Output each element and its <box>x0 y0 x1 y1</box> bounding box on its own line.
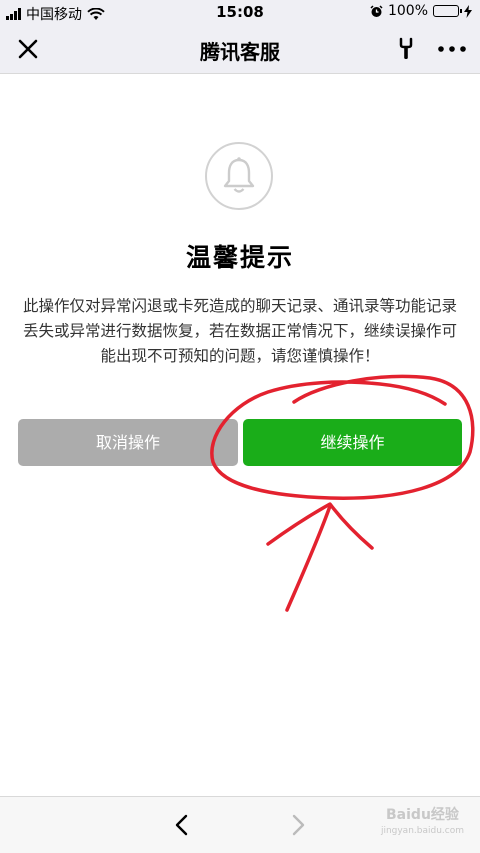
bell-badge <box>205 142 273 210</box>
status-bar: 中国移动 15:08 100% <box>0 0 480 24</box>
bell-icon <box>223 157 255 193</box>
watermark: Baidu经验 jingyan.baidu.com <box>381 807 464 839</box>
charging-icon <box>464 4 472 18</box>
battery-percent: 100% <box>387 3 428 19</box>
wrench-icon[interactable] <box>394 36 418 62</box>
more-icon[interactable] <box>436 36 468 62</box>
chevron-left-icon[interactable] <box>172 813 192 837</box>
nav-bar: 腾讯客服 <box>0 24 480 74</box>
dialog-title: 温馨提示 <box>185 243 294 272</box>
watermark-url: jingyan.baidu.com <box>380 826 464 836</box>
continue-button[interactable]: 继续操作 <box>243 419 462 466</box>
watermark-brand: Baidu经验 <box>386 807 459 823</box>
status-right: 100% <box>370 3 472 19</box>
chevron-right-icon[interactable] <box>288 813 308 837</box>
bottom-toolbar: Baidu经验 jingyan.baidu.com <box>0 796 480 853</box>
battery-icon <box>433 5 462 17</box>
dialog-message: 此操作仅对异常闪退或卡死造成的聊天记录、通讯录等功能记录丢失或异常进行数据恢复，… <box>22 297 457 365</box>
alarm-icon <box>370 4 383 17</box>
cancel-button[interactable]: 取消操作 <box>18 419 238 466</box>
